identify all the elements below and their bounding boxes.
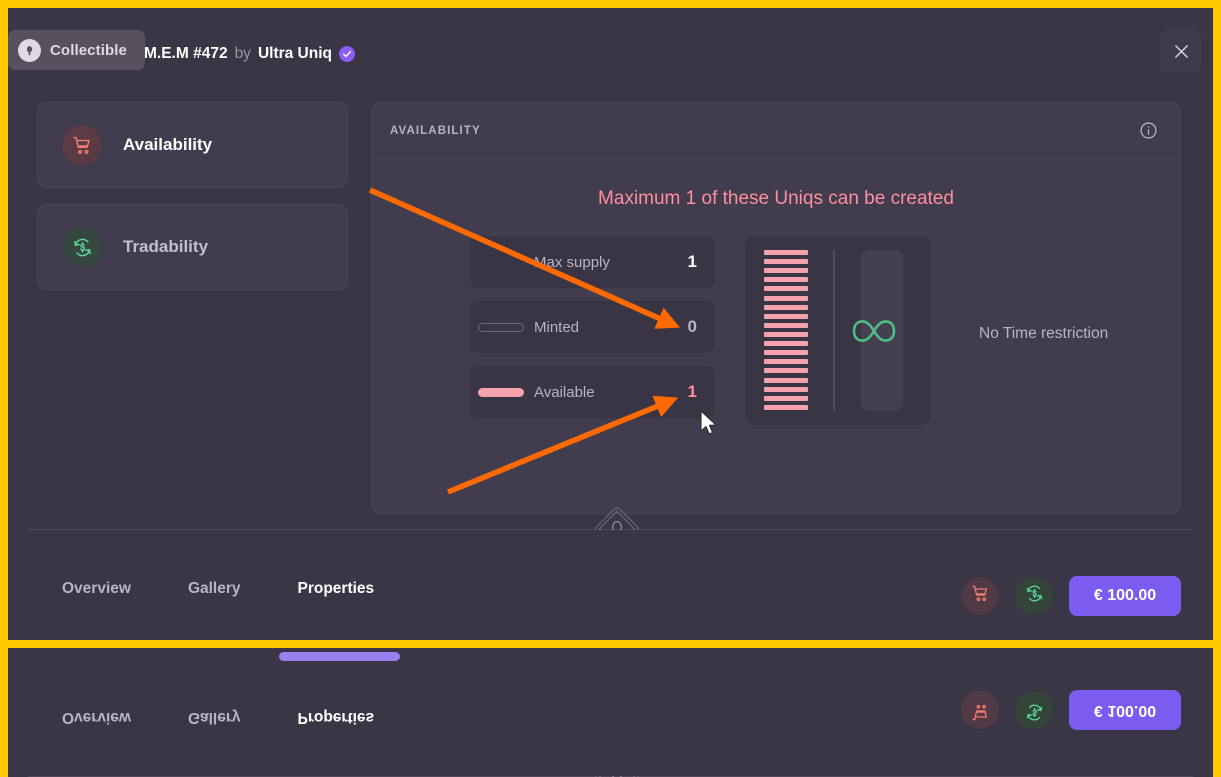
barcode-stripe (764, 250, 808, 255)
stat-bar-icon (478, 258, 524, 267)
author-name[interactable]: Ultra Uniq (258, 45, 332, 63)
tab-list-mirror: Overview Gallery Properties (62, 702, 374, 726)
tab-list: Overview Gallery Properties (62, 580, 374, 604)
stat-label: Available (534, 383, 595, 401)
price-buy-button-mirror: € 100.00 (1069, 690, 1181, 730)
shopping-cart-icon (971, 698, 990, 722)
time-restriction-label: No Time restriction (979, 324, 1109, 342)
price-buy-button[interactable]: € 100.00 (1069, 576, 1181, 616)
vertical-divider (833, 250, 835, 411)
tab-overview[interactable]: Overview (62, 580, 131, 604)
barcode-stripe (764, 341, 808, 347)
supply-stats-list: Max supply 1 Minted 0 Available 1 (470, 236, 715, 431)
barcode-stripe (764, 295, 808, 301)
barcode-stripe (764, 395, 808, 401)
tabbar-actions-mirror: € 100.00 (961, 690, 1181, 730)
barcode-stripe (764, 377, 808, 383)
panel-title: AVAILABILITY (390, 124, 481, 137)
ultra-logo-icon (18, 38, 41, 62)
stat-value: 0 (687, 317, 697, 336)
window-frame: Collectible M.E.M #472 by Ultra Uniq Ava… (0, 0, 1221, 777)
tab-properties-mirror: Properties (297, 709, 375, 726)
stat-value: 1 (687, 382, 697, 401)
add-to-cart-button[interactable] (961, 577, 999, 615)
tab-properties[interactable]: Properties (298, 580, 375, 604)
time-restriction-graphic (745, 236, 931, 425)
tab-gallery[interactable]: Gallery (188, 580, 241, 604)
barcode-stripe (764, 268, 808, 274)
barcode-stripe (764, 286, 808, 292)
barcode-stripe (764, 331, 808, 337)
tab-gallery-mirror: Gallery (187, 709, 241, 726)
info-circle-icon[interactable] (1139, 121, 1158, 140)
stat-value: 1 (687, 252, 697, 271)
collectible-badge-label: Collectible (50, 41, 127, 59)
availability-panel: AVAILABILITY Maximum 1 of these Uniqs ca… (371, 102, 1181, 514)
shopping-cart-icon (62, 125, 102, 165)
panel-header: AVAILABILITY (372, 103, 1180, 159)
barcode-stripe (764, 404, 808, 410)
uniq-detail-modal: Collectible M.E.M #472 by Ultra Uniq Ava… (8, 8, 1213, 640)
barcode-stripe (764, 350, 808, 356)
barcode-stripe (764, 313, 808, 319)
availability-headline: Maximum 1 of these Uniqs can be created (598, 188, 954, 209)
close-icon (1173, 43, 1190, 60)
availability-content: Max supply 1 Minted 0 Available 1 No Tim… (372, 236, 1180, 431)
stat-bar-icon (478, 387, 524, 397)
sidebar-item-availability[interactable]: Availability (37, 102, 348, 188)
infinity-icon (843, 311, 905, 351)
mirrored-tabbar-reflection: Overview Gallery Properties € 100.00 (8, 648, 1213, 777)
verified-check-icon (339, 46, 355, 62)
barcode-stripe (764, 359, 808, 365)
currency-exchange-icon (1025, 584, 1044, 608)
active-tab-indicator-mirror (279, 652, 400, 661)
tab-overview-mirror: Overview (62, 709, 131, 726)
bottom-tabbar-mirror: Overview Gallery Properties € 100.00 (8, 652, 1213, 776)
trade-button-mirror (1015, 691, 1053, 729)
stat-bar-icon (478, 322, 524, 332)
add-to-cart-button-mirror (961, 691, 999, 729)
sidebar-item-label: Tradability (123, 237, 209, 256)
bottom-tabbar: Overview Gallery Properties € 100.00 (8, 530, 1213, 640)
currency-exchange-icon (62, 227, 102, 267)
item-name: M.E.M #472 (144, 45, 228, 62)
trade-button[interactable] (1015, 577, 1053, 615)
modal-body: Availability Tradability AVAILABILITY Ma… (8, 88, 1213, 529)
collectible-badge: Collectible (8, 30, 145, 70)
shopping-cart-icon (971, 584, 990, 608)
stat-label: Minted (534, 318, 580, 336)
barcode-stripe (764, 386, 808, 392)
modal-header: Collectible M.E.M #472 by Ultra Uniq (8, 8, 1213, 88)
properties-sidebar: Availability Tradability (37, 102, 348, 306)
barcode-stripe (764, 304, 808, 310)
barcode-stripes (764, 250, 808, 410)
item-title: M.E.M #472 by Ultra Uniq (144, 45, 355, 63)
barcode-stripe (764, 322, 808, 328)
sidebar-item-label: Availability (123, 135, 213, 154)
stat-label: Max supply (534, 253, 610, 271)
sidebar-item-tradability[interactable]: Tradability (37, 204, 348, 290)
tabbar-actions: € 100.00 (961, 576, 1181, 616)
mouse-cursor (700, 410, 717, 435)
barcode-stripe (764, 277, 808, 283)
by-label: by (234, 45, 251, 62)
mirror-content: Overview Gallery Properties € 100.00 (8, 648, 1213, 777)
barcode-stripe (764, 368, 808, 374)
stat-row-minted: Minted 0 (470, 301, 715, 353)
stat-row-available: Available 1 (470, 366, 715, 418)
stat-row-max-supply: Max supply 1 (470, 236, 715, 288)
close-button[interactable] (1160, 30, 1202, 72)
barcode-stripe (764, 259, 808, 265)
currency-exchange-icon (1025, 698, 1044, 722)
